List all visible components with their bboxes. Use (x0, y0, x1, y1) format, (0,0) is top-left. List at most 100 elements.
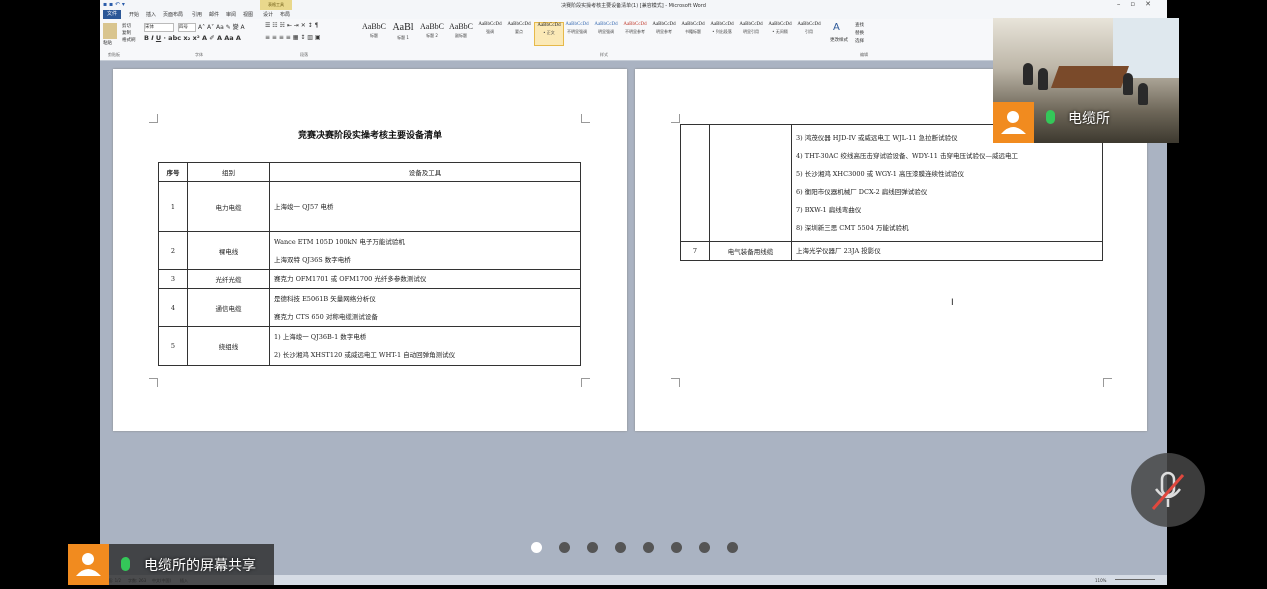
tab-mailings[interactable]: 邮件 (209, 11, 219, 18)
tab-design[interactable]: 设计 (263, 11, 273, 18)
style-item[interactable]: AaBbCcDd 明显强调 (592, 22, 620, 44)
style-name: • 列出段落 (712, 29, 732, 34)
style-item[interactable]: AaBbCcDd 明显参考 (650, 22, 678, 44)
style-name: 强调 (486, 29, 494, 34)
style-name: 明显参考 (656, 29, 672, 34)
paste-icon[interactable] (103, 23, 117, 39)
page-dot[interactable] (531, 542, 542, 553)
page-dot[interactable] (643, 542, 654, 553)
paste-button[interactable]: 粘贴 (103, 40, 112, 46)
zoom-slider[interactable] (1115, 579, 1155, 580)
page-dot[interactable] (587, 542, 598, 553)
align-icons[interactable]: ≡ ≡ ≡ ≡ ▦ ↕ ▥ ▣ (265, 34, 321, 41)
mute-button[interactable] (1131, 453, 1205, 527)
style-item[interactable]: AaBbCcDd 强调 (476, 22, 504, 44)
page-dot[interactable] (699, 542, 710, 553)
equipment-item: 6) 衡阳市仪器机械厂 DCX-2 扁线回弹试验仪 (796, 188, 928, 196)
style-name: 明显强调 (598, 29, 614, 34)
change-styles-button[interactable]: 更改样式 (830, 37, 848, 43)
style-item[interactable]: AaBbCcDd • 无间隔 (766, 22, 794, 44)
camera-video-table (1050, 66, 1130, 88)
camera-person (1023, 63, 1033, 85)
row-equipment: 上海竣一 QJ57 电桥 (269, 181, 581, 232)
style-preview: AaBbCcDd (478, 22, 502, 27)
window-controls[interactable]: –▫✕ (1117, 0, 1161, 8)
equipment-item: 5) 长沙湘鸿 XHC3000 或 WGY-1 高压漆膜连续性试验仪 (796, 170, 964, 178)
style-item[interactable]: AaBbC 副标题 (447, 22, 475, 44)
row-group: 通信电缆 (187, 288, 270, 327)
style-name: 不明显强调 (567, 29, 587, 34)
style-name: 明显引用 (743, 29, 759, 34)
list-icons[interactable]: ☰ ☷ ☵ ⇤ ⇥ ✕ ↕ ¶ (265, 22, 318, 29)
row-equipment: Wance ETM 105D 100kN 电子万能试验机 上海双特 QJ36S 数… (269, 231, 581, 270)
style-item[interactable]: AaBbCcDd • 列出段落 (708, 22, 736, 44)
font-name-select[interactable]: 宋体 (144, 23, 174, 32)
style-name: 书籍标题 (685, 29, 701, 34)
page-dot[interactable] (559, 542, 570, 553)
crop-mark (149, 114, 158, 123)
editing-group-label: 编辑 (860, 52, 868, 57)
style-name: 不明显参考 (625, 29, 645, 34)
font-size-select[interactable]: 四号 (178, 23, 196, 32)
tab-view[interactable]: 视图 (243, 11, 253, 18)
clipboard-group-label: 剪贴板 (108, 52, 120, 57)
style-item[interactable]: AaBbCcDd 明显引用 (737, 22, 765, 44)
style-name: • 正文 (543, 30, 555, 35)
tab-layout[interactable]: 布局 (280, 11, 290, 18)
tab-page-layout[interactable]: 页面布局 (163, 11, 183, 18)
avatar (68, 544, 109, 585)
copy-button[interactable]: 复制 (122, 30, 131, 36)
style-preview: AaBbC (420, 22, 444, 31)
font-size-tools-icon[interactable]: A˄ A˅ Aa ✎ 變 A (198, 22, 245, 31)
row-group: 绕组线 (187, 326, 270, 366)
row-number: 1 (158, 181, 188, 232)
find-button[interactable]: 查找 (855, 22, 864, 28)
camera-thumbnail[interactable]: 电缆所 (993, 18, 1179, 143)
equipment-item: 8) 深圳新三思 CMT 5504 万能试验机 (796, 224, 909, 232)
font-format-icons[interactable]: B I U · abc x₂ x² A ✐ A Aa A (144, 34, 241, 42)
tab-insert[interactable]: 插入 (146, 11, 156, 18)
style-preview: AaBbCcDd (537, 23, 561, 28)
title-bar: ▪ ▪ ↶ ▾ 表格工具 决赛阶段实操考核主要设备清单(1) [兼容模式] - … (100, 0, 1167, 10)
style-preview: AaBbC (449, 22, 473, 31)
style-item[interactable]: AaBbCcDd 书籍标题 (679, 22, 707, 44)
row-group: 裸电线 (187, 231, 270, 270)
cut-button[interactable]: 剪切 (122, 23, 131, 29)
tab-references[interactable]: 引用 (192, 11, 202, 18)
select-button[interactable]: 选择 (855, 38, 864, 44)
tab-home[interactable]: 开始 (129, 11, 139, 18)
style-item[interactable]: AaBbCcDd 不明显强调 (563, 22, 591, 44)
page-dot[interactable] (671, 542, 682, 553)
style-preview: AaBbCcDd (768, 22, 792, 27)
style-preview: AaBbC (362, 22, 386, 31)
style-item[interactable]: AaBbC 标题 2 (418, 22, 446, 44)
style-item[interactable]: AaBbCcDd • 正文 (534, 22, 564, 46)
style-item[interactable]: AaBbCcDd 要点 (505, 22, 533, 44)
format-painter-button[interactable]: 格式刷 (122, 37, 136, 43)
page-dot[interactable] (615, 542, 626, 553)
style-item[interactable]: AaBbCcDd 引用 (795, 22, 823, 44)
camera-person (1138, 83, 1148, 105)
style-item[interactable]: AaBbCcDd 不明显参考 (621, 22, 649, 44)
styles-group-label: 样式 (600, 52, 608, 57)
style-preview: AaBbCcDd (739, 22, 763, 27)
tab-review[interactable]: 审阅 (226, 11, 236, 18)
style-item[interactable]: AaBbC 标题 (360, 22, 388, 44)
equipment-table-continued: 3) 鸿茂仪器 HJD-IV 或威远电工 WJL-11 急拉断试验仪 4) TH… (680, 124, 1103, 261)
table-header-row: 序号 组别 设备及工具 (158, 162, 581, 182)
mic-muted-icon (1151, 471, 1185, 510)
crop-mark (581, 114, 590, 123)
change-styles-icon[interactable]: A (833, 22, 840, 33)
page-1: 竞赛决赛阶段实操考核主要设备清单 序号 组别 设备及工具 1 电力电缆 上海竣一… (113, 69, 627, 431)
page-dot[interactable] (727, 542, 738, 553)
zoom-level[interactable]: 110% (1095, 578, 1106, 583)
tab-file[interactable]: 文件 (103, 10, 122, 19)
style-item[interactable]: AaBl 标题 1 (389, 22, 417, 44)
letterbox-left (0, 0, 100, 585)
equipment-item: 1) 上海竣一 QJ36B-1 数字电桥 (274, 333, 367, 341)
row-group (709, 124, 792, 242)
row-group: 电力电缆 (187, 181, 270, 232)
row-number (680, 124, 710, 242)
replace-button[interactable]: 替换 (855, 30, 864, 36)
style-preview: AaBl (392, 22, 414, 33)
